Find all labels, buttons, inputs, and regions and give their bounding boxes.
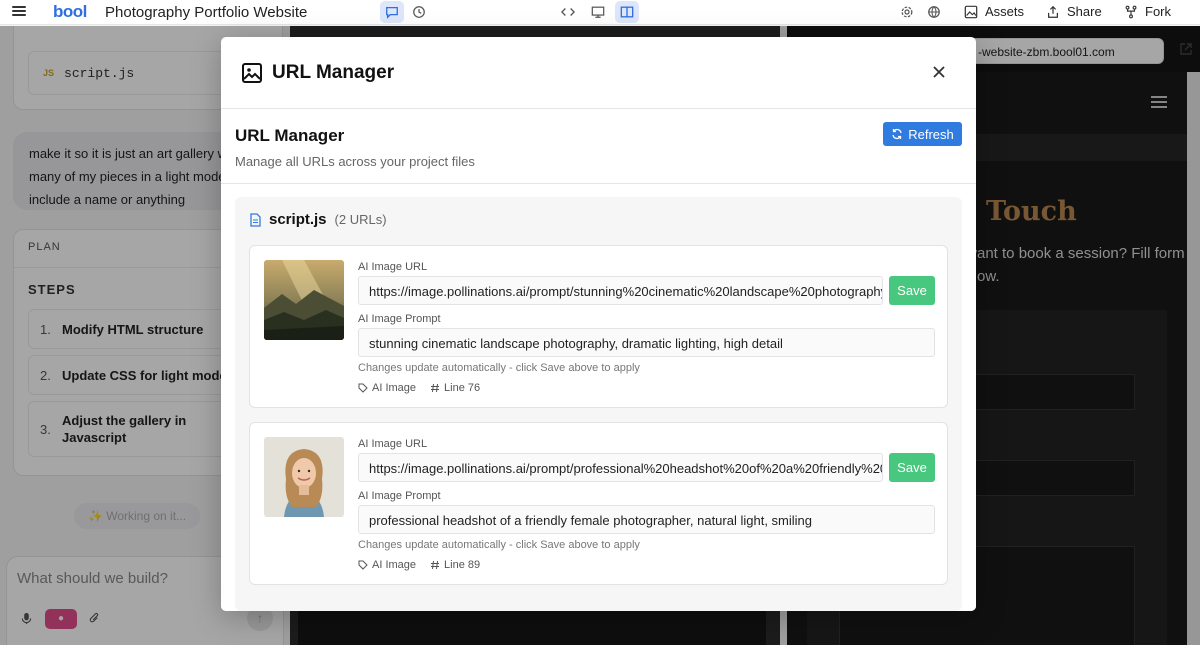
save-button[interactable]: Save xyxy=(889,276,935,305)
section-title: URL Manager xyxy=(235,126,345,145)
line-ref: Line 76 xyxy=(430,382,480,394)
hash-icon xyxy=(431,560,440,570)
url-item: AI Image URL https://image.pollinations.… xyxy=(249,422,948,585)
url-meta: AI Image Line 76 xyxy=(358,382,480,394)
url-item: AI Image URL https://image.pollinations.… xyxy=(249,245,948,408)
project-title: Photography Portfolio Website xyxy=(105,4,308,21)
prompt-label: AI Image Prompt xyxy=(358,313,441,325)
url-input[interactable]: https://image.pollinations.ai/prompt/stu… xyxy=(358,276,883,305)
save-hint: Changes update automatically - click Sav… xyxy=(358,362,640,374)
url-label: AI Image URL xyxy=(358,438,428,450)
fork-icon xyxy=(1125,5,1137,18)
refresh-icon xyxy=(892,128,902,140)
tag-icon xyxy=(358,560,368,570)
history-icon[interactable] xyxy=(411,4,427,20)
portrait-thumbnail xyxy=(264,437,344,517)
hash-icon xyxy=(431,383,440,393)
globe-icon[interactable] xyxy=(926,4,942,20)
split-view-icon xyxy=(619,4,635,20)
app-logo[interactable]: bool xyxy=(53,2,87,22)
desktop-view-icon[interactable] xyxy=(590,4,606,20)
close-icon[interactable] xyxy=(931,64,947,80)
file-section-name: script.js xyxy=(269,211,327,228)
modal-header: URL Manager xyxy=(221,37,976,109)
share-label: Share xyxy=(1067,4,1102,19)
line-ref: Line 89 xyxy=(430,559,480,571)
assets-button[interactable]: Assets xyxy=(964,4,1024,19)
modal-subheader: URL Manager Manage all URLs across your … xyxy=(221,110,976,184)
url-label: AI Image URL xyxy=(358,261,428,273)
menu-icon[interactable] xyxy=(12,4,26,18)
image-icon xyxy=(242,63,262,83)
prompt-label: AI Image Prompt xyxy=(358,490,441,502)
assets-label: Assets xyxy=(985,4,1025,19)
prompt-input[interactable]: professional headshot of a friendly fema… xyxy=(358,505,935,534)
landscape-thumbnail xyxy=(264,260,344,340)
settings-icon[interactable] xyxy=(899,4,915,20)
url-meta: AI Image Line 89 xyxy=(358,559,480,571)
section-description: Manage all URLs across your project file… xyxy=(235,154,475,169)
refresh-label: Refresh xyxy=(908,126,954,142)
prompt-input[interactable]: stunning cinematic landscape photography… xyxy=(358,328,935,357)
type-tag: AI Image xyxy=(358,559,416,571)
share-icon xyxy=(1048,5,1058,18)
file-section: script.js (2 URLs) AI Image URL https://… xyxy=(235,197,962,611)
share-button[interactable]: Share xyxy=(1046,4,1102,19)
type-tag-label: AI Image xyxy=(372,559,417,571)
modal-title: URL Manager xyxy=(272,62,395,83)
tag-icon xyxy=(358,383,368,393)
url-manager-modal: URL Manager URL Manager Manage all URLs … xyxy=(221,37,976,611)
fork-label: Fork xyxy=(1145,4,1171,19)
save-button[interactable]: Save xyxy=(889,453,935,482)
top-bar: bool Photography Portfolio Website Asset… xyxy=(0,0,1200,25)
url-input[interactable]: https://image.pollinations.ai/prompt/pro… xyxy=(358,453,883,482)
type-tag: AI Image xyxy=(358,382,416,394)
file-section-header: script.js (2 URLs) xyxy=(249,211,387,228)
modal-body: script.js (2 URLs) AI Image URL https://… xyxy=(221,185,976,611)
type-tag-label: AI Image xyxy=(372,382,417,394)
save-hint: Changes update automatically - click Sav… xyxy=(358,539,640,551)
fork-button[interactable]: Fork xyxy=(1124,4,1171,19)
refresh-button[interactable]: Refresh xyxy=(883,122,962,146)
chat-icon xyxy=(384,4,400,20)
file-icon xyxy=(250,212,261,227)
image-icon xyxy=(964,5,978,18)
line-ref-label: Line 89 xyxy=(444,559,481,571)
file-url-count: (2 URLs) xyxy=(334,212,387,227)
code-view-icon[interactable] xyxy=(560,4,576,20)
line-ref-label: Line 76 xyxy=(444,382,481,394)
